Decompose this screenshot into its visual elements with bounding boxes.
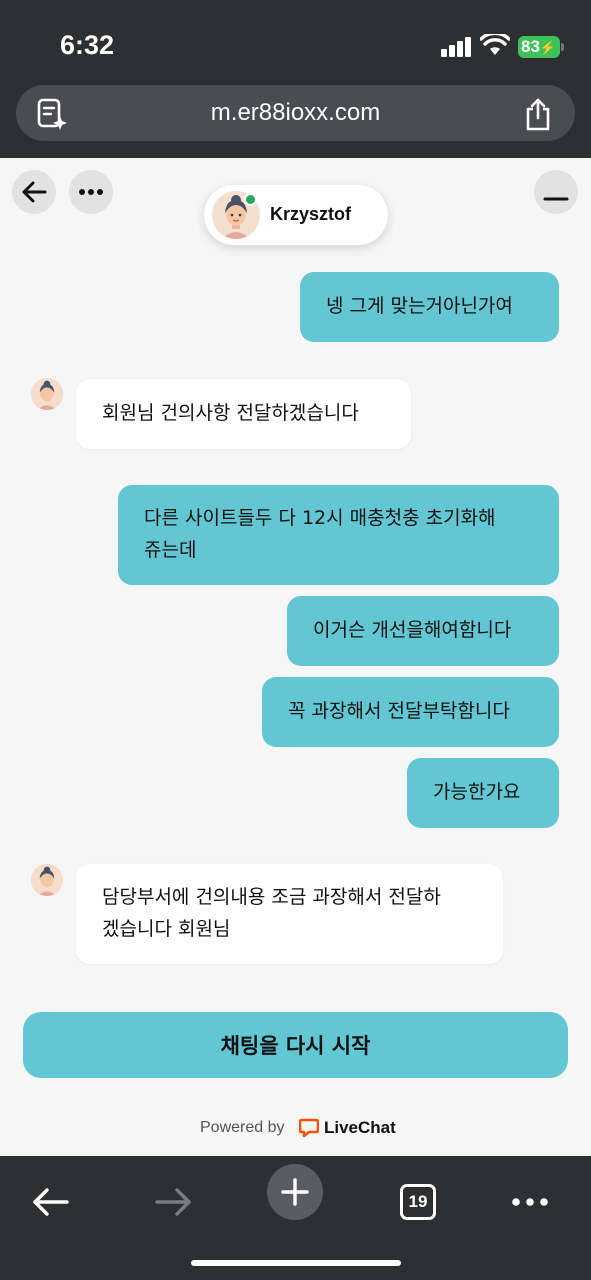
message-outgoing: 다른 사이트들두 다 12시 매충첫충 초기화해 쥬는데 bbox=[118, 485, 559, 585]
online-status-dot bbox=[244, 193, 257, 206]
forward-arrow-icon bbox=[155, 1188, 191, 1216]
livechat-brand[interactable]: LiveChat bbox=[299, 1118, 396, 1138]
agent-avatar-small bbox=[31, 378, 63, 410]
message-text: 회원님 건의사항 전달하겠습니다 bbox=[102, 402, 359, 424]
url-text[interactable]: m.er88ioxx.com bbox=[16, 99, 575, 127]
message-incoming: 담당부서에 건의내용 조금 과장해서 전달하 겠습니다 회원님 bbox=[76, 864, 503, 964]
browser-top-chrome: 6:32 83⚡ m.er88ioxx.com bbox=[0, 0, 591, 158]
more-icon bbox=[79, 189, 103, 195]
agent-header: Krzysztof bbox=[204, 185, 388, 245]
wifi-icon bbox=[480, 34, 510, 55]
message-text: 가능한가요 bbox=[433, 781, 521, 803]
message-text-line: 쥬는데 bbox=[144, 539, 197, 561]
back-button[interactable] bbox=[12, 170, 56, 214]
message-outgoing: 꼭 과장해서 전달부탁함니다 bbox=[262, 677, 559, 747]
cellular-signal-icon bbox=[441, 37, 473, 57]
url-bar[interactable]: m.er88ioxx.com bbox=[16, 85, 575, 141]
share-icon[interactable] bbox=[524, 97, 552, 131]
message-text-line: 겠습니다 회원님 bbox=[102, 918, 231, 940]
tabs-icon: 19 bbox=[400, 1184, 436, 1220]
browser-forward-button[interactable] bbox=[152, 1174, 196, 1230]
message-text-line: 담당부서에 건의내용 조금 과장해서 전달하 bbox=[102, 886, 441, 908]
minimize-icon bbox=[543, 197, 569, 201]
message-outgoing: 이거슨 개선을해여함니다 bbox=[287, 596, 559, 666]
agent-avatar-small bbox=[31, 864, 63, 896]
message-text-line: 다른 사이트들두 다 12시 매충첫충 초기화해 bbox=[144, 507, 496, 529]
agent-name: Krzysztof bbox=[270, 204, 352, 224]
message-text: 꼭 과장해서 전달부탁함니다 bbox=[288, 700, 510, 722]
minimize-button[interactable] bbox=[534, 170, 578, 214]
battery-indicator: 83⚡ bbox=[518, 36, 560, 58]
browser-menu-button[interactable] bbox=[508, 1174, 552, 1230]
more-options-button[interactable] bbox=[69, 170, 113, 214]
home-indicator bbox=[191, 1260, 401, 1266]
menu-icon bbox=[512, 1198, 548, 1206]
back-arrow-icon bbox=[33, 1188, 69, 1216]
message-incoming: 회원님 건의사항 전달하겠습니다 bbox=[76, 379, 411, 449]
back-arrow-icon bbox=[22, 181, 47, 203]
restart-chat-button[interactable]: 채팅을 다시 시작 bbox=[23, 1012, 568, 1078]
message-outgoing: 넹 그게 맞는거아닌가여 bbox=[300, 272, 559, 342]
new-tab-icon bbox=[281, 1178, 309, 1206]
browser-back-button[interactable] bbox=[28, 1174, 72, 1230]
livechat-logo-icon bbox=[299, 1118, 319, 1138]
battery-tip bbox=[561, 43, 564, 51]
message-text: 이거슨 개선을해여함니다 bbox=[313, 619, 512, 641]
message-text: 넹 그게 맞는거아닌가여 bbox=[326, 295, 513, 317]
chat-window: Krzysztof 넹 그게 맞는거아닌가여 회원님 건의사항 전달하겠습니다 … bbox=[0, 158, 591, 1156]
status-time: 6:32 bbox=[60, 30, 115, 60]
message-outgoing: 가능한가요 bbox=[407, 758, 559, 828]
powered-by-label: Powered by bbox=[200, 1119, 285, 1136]
tabs-button[interactable]: 19 bbox=[398, 1174, 438, 1230]
new-tab-button[interactable] bbox=[267, 1164, 323, 1220]
livechat-brand-text: LiveChat bbox=[324, 1118, 396, 1137]
